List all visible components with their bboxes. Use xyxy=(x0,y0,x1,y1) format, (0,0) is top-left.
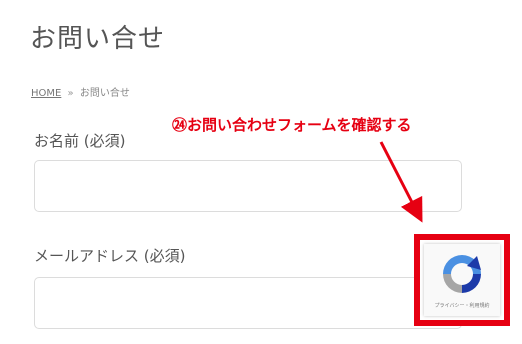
recaptcha-icon xyxy=(443,255,481,293)
recaptcha-badge[interactable]: プライバシー・利用規約 xyxy=(424,244,500,316)
breadcrumb-home-link[interactable]: HOME xyxy=(31,88,61,99)
page-title: お問い合せ xyxy=(30,24,166,54)
breadcrumb-current: お問い合せ xyxy=(79,88,130,99)
name-field[interactable] xyxy=(34,160,462,212)
email-field[interactable] xyxy=(34,277,462,329)
annotation-callout: ㉔お問い合わせフォームを確認する xyxy=(172,116,412,134)
breadcrumb-separator: » xyxy=(67,88,74,99)
breadcrumb: HOME » お問い合せ xyxy=(31,84,130,99)
email-field-label: メールアドレス (必須) xyxy=(34,247,186,265)
contact-page: お問い合せ HOME » お問い合せ お名前 (必須) メールアドレス (必須)… xyxy=(0,0,522,344)
recaptcha-privacy-terms[interactable]: プライバシー・利用規約 xyxy=(424,302,500,309)
name-field-label: お名前 (必須) xyxy=(34,132,126,150)
